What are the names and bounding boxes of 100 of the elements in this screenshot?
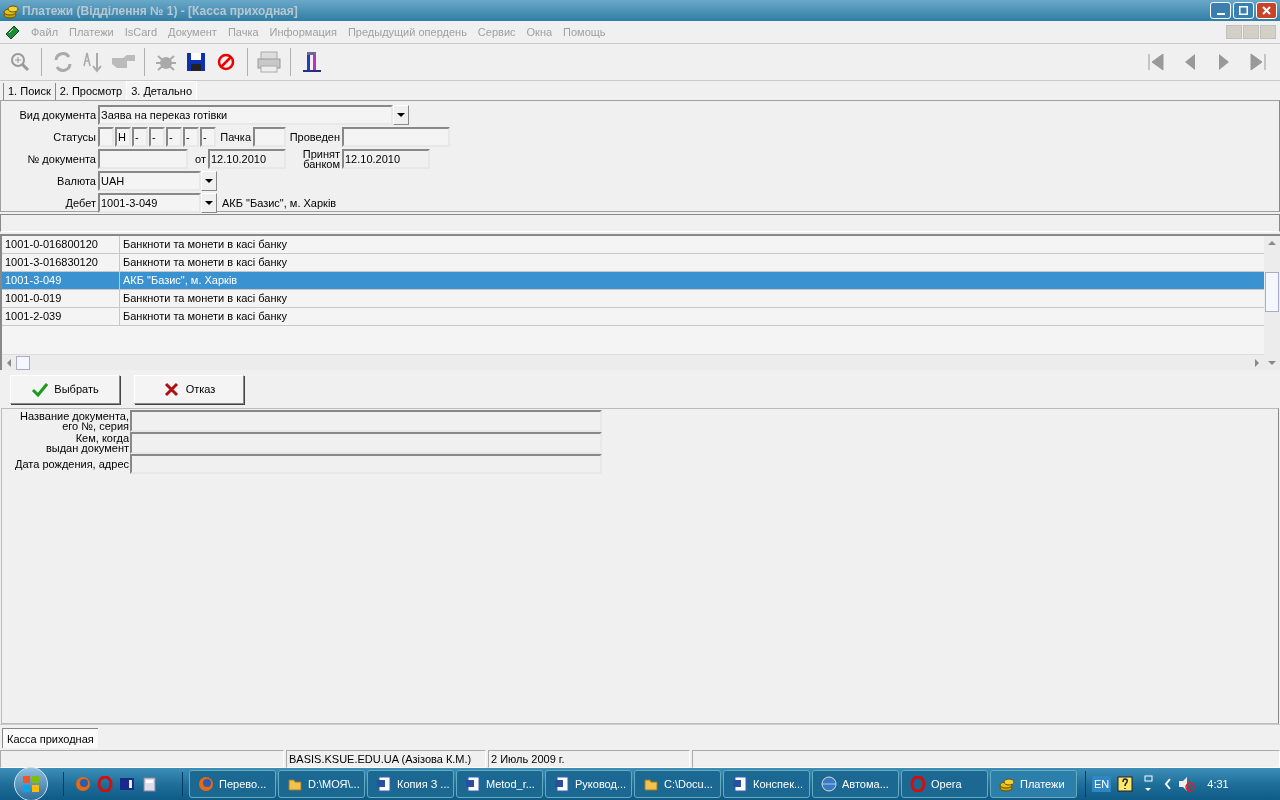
dropdown-button[interactable] <box>201 171 217 191</box>
caret-icon <box>205 200 213 206</box>
document-icon <box>554 776 570 792</box>
table-cell: 1001-2-039 <box>2 308 120 325</box>
taskbar-button[interactable]: Руковод... <box>545 770 632 798</box>
restore-button[interactable] <box>1233 2 1254 19</box>
document-icon <box>376 776 392 792</box>
field-label: Статусы <box>52 129 97 145</box>
network-icon[interactable] <box>1141 774 1156 794</box>
opera-icon[interactable] <box>97 776 113 792</box>
language-indicator[interactable]: EN <box>1092 775 1112 793</box>
status-field[interactable]: - <box>132 127 148 147</box>
globe-icon <box>821 776 837 792</box>
text-field[interactable] <box>98 149 188 169</box>
folder-icon <box>287 776 303 792</box>
status-panel: 2 Июль 2009 г. <box>488 750 690 768</box>
caret-icon <box>205 178 213 184</box>
table-cell: 1001-3-016830120 <box>2 254 120 271</box>
restore-icon <box>1239 6 1248 15</box>
status-field[interactable]: - <box>166 127 182 147</box>
field-label: Валюта <box>56 173 97 189</box>
text-field[interactable] <box>342 127 450 147</box>
field-label: Дебет <box>64 195 97 211</box>
table-row[interactable]: 1001-0-019 Банкноти та монети в касі банку <box>2 290 1264 308</box>
dropdown-button[interactable] <box>393 105 409 125</box>
vertical-scrollbar[interactable] <box>1264 236 1280 370</box>
status-field[interactable]: - <box>200 127 216 147</box>
text-field[interactable] <box>130 432 602 454</box>
scroll-thumb[interactable] <box>1265 272 1279 312</box>
table-cell-text: Банкноти та монети в касі банку <box>122 309 288 324</box>
minimize-button[interactable] <box>1210 2 1231 19</box>
document-icon <box>732 776 748 792</box>
muted-speaker-icon[interactable] <box>1177 775 1196 793</box>
cross-icon <box>162 380 180 398</box>
table-row[interactable]: 1001-3-049 АКБ "Базис", м. Харків <box>2 272 1264 290</box>
dropdown-button[interactable] <box>201 193 217 213</box>
clock[interactable]: 4:31 <box>1207 775 1229 793</box>
table-row[interactable]: 1001-2-039 Банкноти та монети в касі банку <box>2 308 1264 326</box>
coins-icon <box>3 2 19 19</box>
document-tab[interactable]: Касса приходная <box>2 728 98 748</box>
taskbar-button[interactable]: Metod_r... <box>456 770 543 798</box>
text-field[interactable] <box>130 410 602 432</box>
field-label: Кем, когда выдан документ <box>44 433 130 453</box>
text-field[interactable]: 12.10.2010 <box>208 149 286 169</box>
text-field[interactable]: Заява на переказ готівки <box>98 105 393 125</box>
table-cell-text: Банкноти та монети в касі банку <box>122 255 288 270</box>
taskbar-button[interactable]: Автома... <box>812 770 899 798</box>
select-button[interactable]: Выбрать <box>10 374 120 404</box>
text-field[interactable] <box>253 127 286 147</box>
taskbar-button[interactable]: Копия З ... <box>367 770 454 798</box>
field-label: Вид документа <box>18 107 97 123</box>
tab[interactable]: 3. Детально <box>126 81 197 100</box>
text-field[interactable]: 12.10.2010 <box>342 149 430 169</box>
horizontal-scrollbar[interactable] <box>2 354 1264 370</box>
field-label: Проведен <box>288 129 341 145</box>
table-cell: 1001-0-016800120 <box>2 236 120 253</box>
taskbar-button[interactable]: Перево... <box>189 770 276 798</box>
checkmark-icon <box>31 380 49 398</box>
folder-icon <box>643 776 659 792</box>
printer-icon[interactable] <box>255 48 283 76</box>
field-label: от <box>194 151 207 167</box>
help-icon[interactable] <box>1117 776 1134 792</box>
window-title: Платежи (Відділення № 1) - [Касса приходная] <box>22 2 298 20</box>
close-button[interactable] <box>1256 2 1277 19</box>
table-cell-text: АКБ "Базис", м. Харків <box>122 273 239 288</box>
scroll-thumb[interactable] <box>16 355 30 370</box>
status-field[interactable]: Н <box>115 127 131 147</box>
table-cell: 1001-3-049 <box>2 272 120 289</box>
opera-icon <box>910 776 926 792</box>
windows-flag-icon <box>22 775 40 793</box>
text-field[interactable]: 1001-3-049 <box>98 193 201 213</box>
firefox-icon <box>198 776 214 792</box>
table-cell: 1001-0-019 <box>2 290 120 307</box>
taskbar-button[interactable]: Opera <box>901 770 988 798</box>
taskbar-button[interactable]: D:\МОЯ\... <box>278 770 365 798</box>
field-label: Дата рождения, адрес <box>14 459 130 469</box>
field-label: Принят банком <box>301 149 341 169</box>
table-cell-text: Банкноти та монети в касі банку <box>122 237 288 252</box>
card-icon <box>4 24 20 40</box>
status-field[interactable] <box>98 127 114 147</box>
cancel-button[interactable]: Отказ <box>134 374 244 404</box>
text-field[interactable] <box>130 454 602 474</box>
field-label: Пачка <box>219 129 252 145</box>
taskbar-button[interactable]: Конспек... <box>723 770 810 798</box>
caret-icon <box>397 112 405 118</box>
coins-icon <box>999 776 1015 792</box>
taskbar-button[interactable]: C:\Docu... <box>634 770 721 798</box>
chevron-left-icon[interactable] <box>1163 776 1174 792</box>
table-cell-text: Банкноти та монети в касі банку <box>122 291 288 306</box>
start-button[interactable] <box>14 767 48 800</box>
table-row[interactable]: 1001-0-016800120 Банкноти та монети в касі банку <box>2 236 1264 254</box>
field-label: Название документа, его №, серия <box>19 411 130 431</box>
taskbar-button[interactable]: Платежи <box>990 770 1077 798</box>
document-icon <box>465 776 481 792</box>
text-field[interactable]: UAH <box>98 171 201 191</box>
status-field[interactable]: - <box>149 127 165 147</box>
status-panel: BASIS.KSUE.EDU.UA (Азізова К.М.) <box>286 750 486 768</box>
firefox-icon[interactable] <box>75 776 91 792</box>
status-field[interactable]: - <box>183 127 199 147</box>
field-label: № документа <box>26 151 97 167</box>
